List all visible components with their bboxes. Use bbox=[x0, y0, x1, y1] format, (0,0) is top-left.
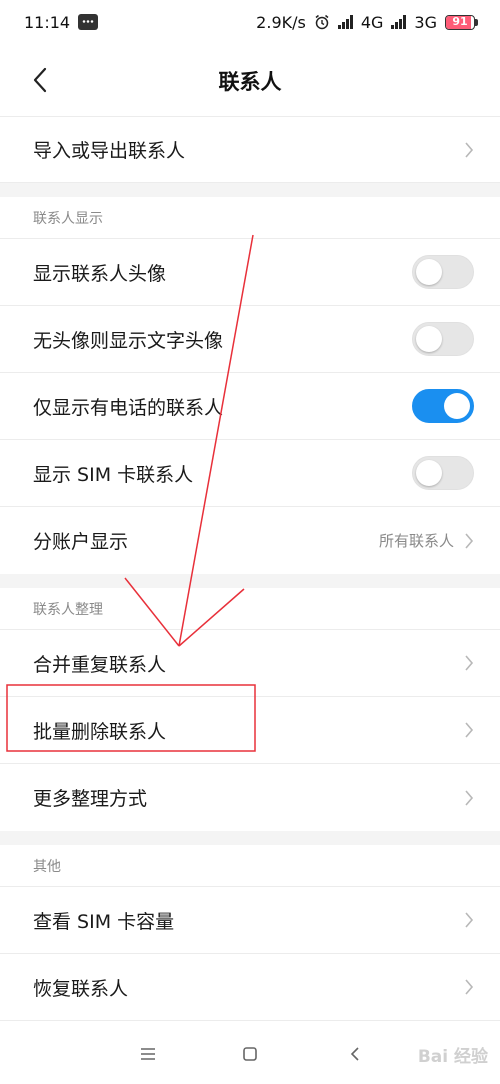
row-label: 仅显示有电话的联系人 bbox=[33, 396, 224, 419]
chevron-right-icon bbox=[465, 789, 474, 806]
restore-contacts-row[interactable]: 恢复联系人 bbox=[0, 954, 500, 1021]
show-avatar-row[interactable]: 显示联系人头像 bbox=[0, 239, 500, 306]
merge-duplicates-row[interactable]: 合并重复联系人 bbox=[0, 630, 500, 697]
chevron-right-icon bbox=[465, 722, 474, 738]
nav-back-icon bbox=[350, 1047, 359, 1061]
battery-icon: 91 bbox=[445, 14, 478, 30]
status-bar: 11:14 2.9K/s 4G 3G 91 bbox=[0, 0, 500, 44]
section-gap bbox=[0, 574, 500, 588]
settings-list: 导入或导出联系人 联系人显示 显示联系人头像 无头像则显示文字头像 仅显示有电话… bbox=[0, 116, 500, 1021]
chevron-right-icon bbox=[465, 979, 474, 995]
text-avatar-toggle[interactable] bbox=[412, 322, 474, 356]
chevron-right-icon bbox=[465, 532, 474, 549]
sim-capacity-row[interactable]: 查看 SIM 卡容量 bbox=[0, 887, 500, 954]
sim1-network: 4G bbox=[360, 12, 384, 32]
text-avatar-row[interactable]: 无头像则显示文字头像 bbox=[0, 306, 500, 373]
sim2-network: 3G bbox=[414, 12, 437, 32]
home-square-icon bbox=[243, 1047, 257, 1061]
chevron-right-icon bbox=[465, 912, 474, 928]
message-notification-icon bbox=[78, 14, 99, 30]
sim-contacts-toggle[interactable] bbox=[412, 456, 474, 490]
chevron-right-icon bbox=[465, 655, 474, 671]
title-bar: 联系人 bbox=[0, 44, 500, 116]
row-label: 合并重复联系人 bbox=[33, 653, 167, 676]
section-header-display: 联系人显示 bbox=[0, 197, 500, 239]
show-avatar-toggle[interactable] bbox=[412, 255, 474, 289]
nav-back-button[interactable] bbox=[343, 1042, 367, 1066]
section-header-other: 其他 bbox=[0, 845, 500, 887]
battery-level: 91 bbox=[452, 14, 468, 28]
section-header-organize: 联系人整理 bbox=[0, 588, 500, 630]
more-organize-row[interactable]: 更多整理方式 bbox=[0, 764, 500, 831]
phone-only-row[interactable]: 仅显示有电话的联系人 bbox=[0, 373, 500, 440]
section-gap bbox=[0, 183, 500, 197]
batch-delete-row[interactable]: 批量删除联系人 bbox=[0, 697, 500, 764]
home-button[interactable] bbox=[238, 1042, 262, 1066]
chevron-right-icon bbox=[465, 141, 474, 158]
row-label: 批量删除联系人 bbox=[33, 720, 167, 743]
alarm-icon bbox=[315, 14, 329, 30]
net-speed: 2.9K/s bbox=[256, 12, 306, 32]
watermark: Bai 经验 bbox=[417, 1047, 488, 1067]
menu-icon bbox=[141, 1048, 155, 1060]
row-label: 更多整理方式 bbox=[33, 788, 148, 810]
sim-contacts-row[interactable]: 显示 SIM 卡联系人 bbox=[0, 440, 500, 507]
menu-button[interactable] bbox=[136, 1042, 160, 1066]
signal-sim2-icon bbox=[391, 15, 407, 29]
account-display-value: 所有联系人 bbox=[378, 532, 454, 550]
import-export-row[interactable]: 导入或导出联系人 bbox=[0, 116, 500, 183]
row-label: 显示联系人头像 bbox=[33, 262, 167, 285]
row-label: 分账户显示 bbox=[33, 531, 129, 553]
row-label: 恢复联系人 bbox=[33, 977, 129, 1000]
page-title: 联系人 bbox=[218, 70, 282, 94]
phone-only-toggle[interactable] bbox=[412, 389, 474, 423]
account-display-row[interactable]: 分账户显示 所有联系人 bbox=[0, 507, 500, 574]
status-time: 11:14 bbox=[24, 12, 71, 32]
row-label: 显示 SIM 卡联系人 bbox=[33, 463, 194, 486]
row-label: 无头像则显示文字头像 bbox=[33, 329, 224, 352]
row-label: 导入或导出联系人 bbox=[33, 140, 186, 162]
signal-sim1-icon bbox=[337, 15, 353, 29]
row-label: 查看 SIM 卡容量 bbox=[33, 910, 175, 933]
section-gap bbox=[0, 831, 500, 845]
